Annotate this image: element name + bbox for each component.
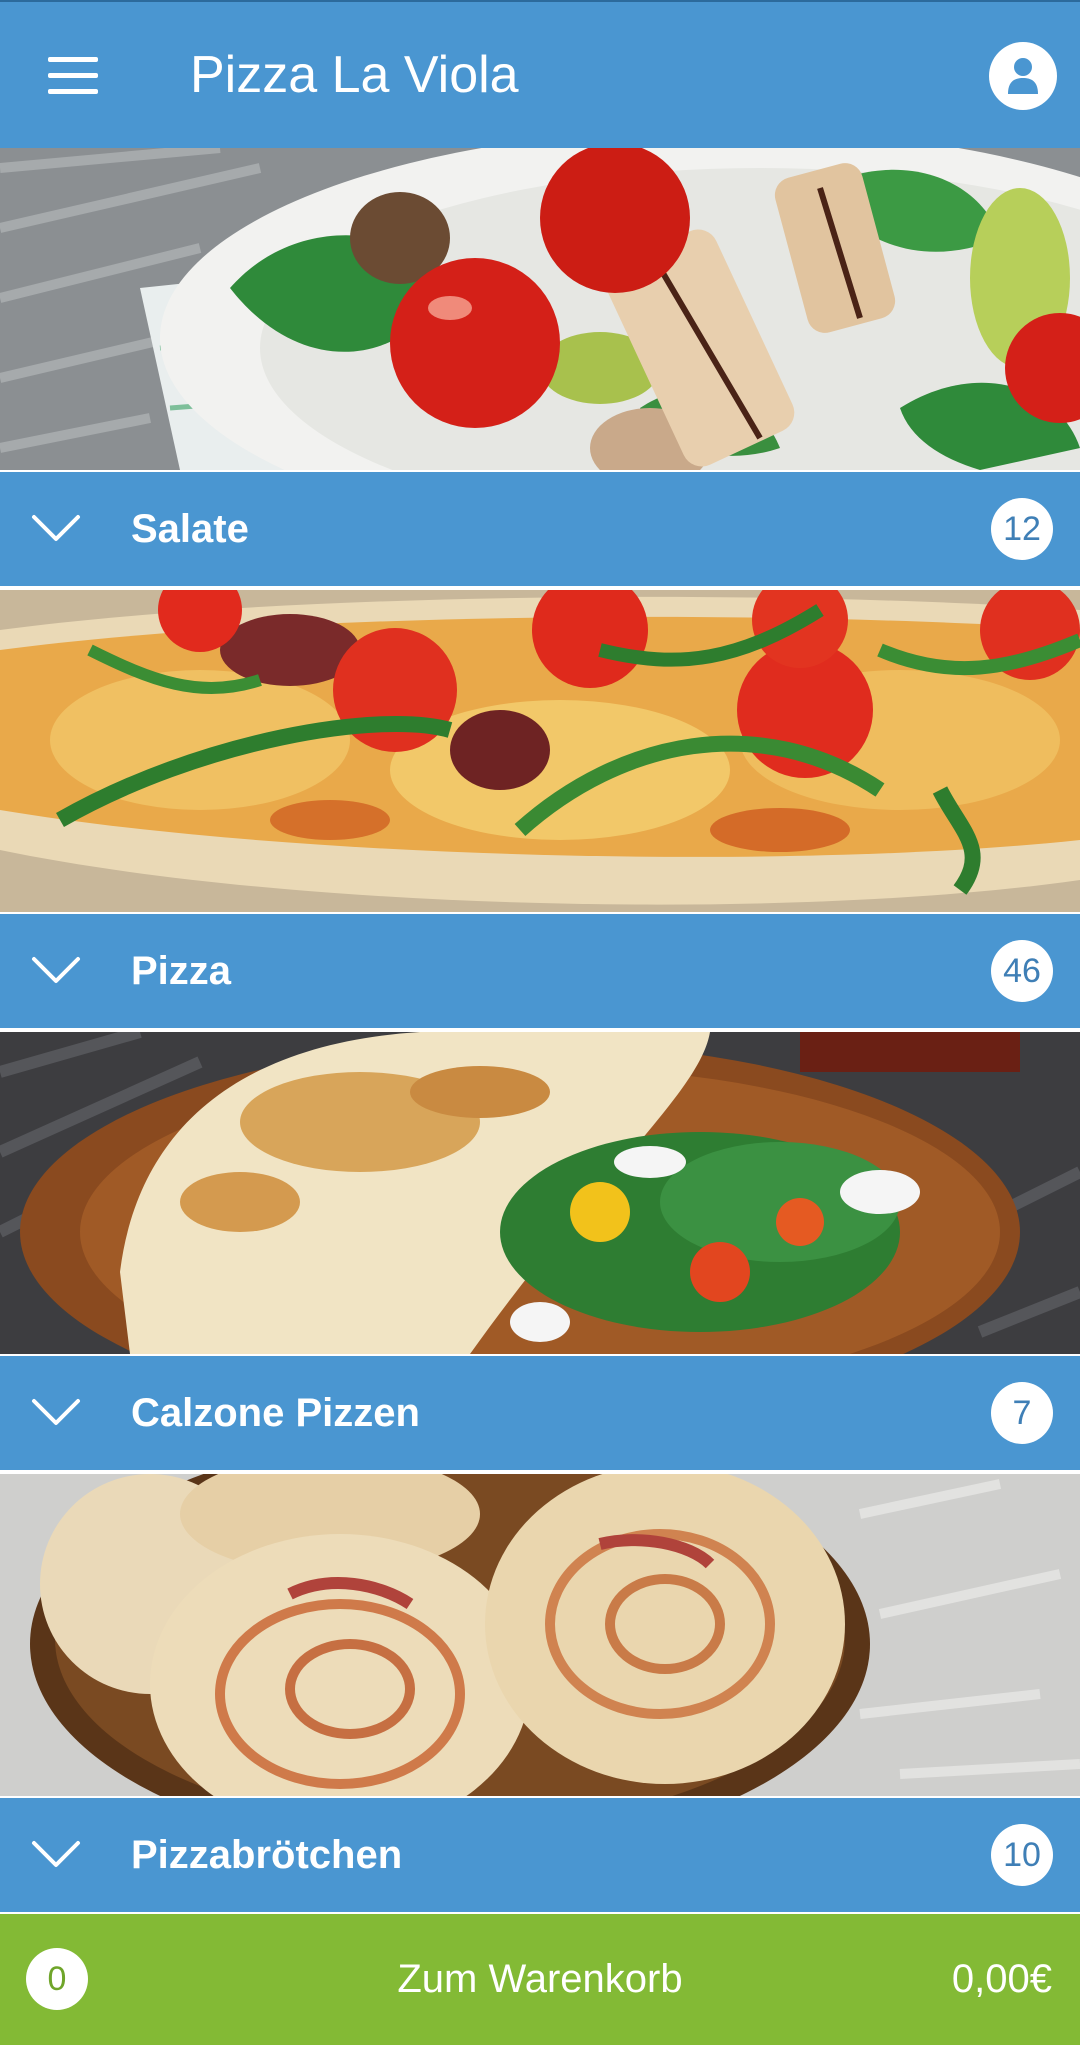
chevron-down-icon	[32, 957, 80, 983]
calzone-photo	[0, 1032, 1080, 1354]
cart-total: 0,00€	[951, 1957, 1052, 2001]
category-calzone-pizzen: Calzone Pizzen 7	[0, 1032, 1080, 1474]
category-count-badge: 7	[991, 1382, 1053, 1444]
category-name: Pizza	[131, 949, 232, 993]
chevron-down-icon	[32, 515, 80, 541]
cart-button[interactable]: Zum Warenkorb 0 0,00€	[0, 1914, 1080, 2045]
category-count-badge: 12	[991, 498, 1053, 560]
menu-button[interactable]	[38, 42, 108, 108]
user-profile-icon	[1008, 58, 1038, 94]
category-count-badge: 10	[991, 1824, 1053, 1886]
category-header-calzone-pizzen[interactable]: Calzone Pizzen 7	[0, 1356, 1080, 1470]
category-header-pizza[interactable]: Pizza 46	[0, 914, 1080, 1028]
app-bar: Pizza La Viola	[0, 0, 1080, 148]
category-name: Calzone Pizzen	[131, 1391, 420, 1435]
cart-item-count-badge: 0	[26, 1948, 88, 2010]
app-title: Pizza La Viola	[190, 46, 519, 104]
category-pizza: Pizza 46	[0, 590, 1080, 1032]
category-name: Pizzabrötchen	[131, 1833, 403, 1877]
category-count-badge: 46	[991, 940, 1053, 1002]
salad-photo	[0, 148, 1080, 470]
chevron-down-icon	[32, 1399, 80, 1425]
category-name: Salate	[131, 507, 249, 551]
category-header-pizzabroetchen[interactable]: Pizzabrötchen 10	[0, 1798, 1080, 1912]
pizza-rolls-photo	[0, 1474, 1080, 1796]
profile-button[interactable]	[989, 42, 1057, 110]
cart-label: Zum Warenkorb	[397, 1957, 683, 2001]
category-pizzabroetchen: Pizzabrötchen 10	[0, 1474, 1080, 1916]
pizza-photo	[0, 590, 1080, 912]
chevron-down-icon	[32, 1841, 80, 1867]
category-salate: Salate 12	[0, 148, 1080, 590]
category-header-salate[interactable]: Salate 12	[0, 472, 1080, 586]
